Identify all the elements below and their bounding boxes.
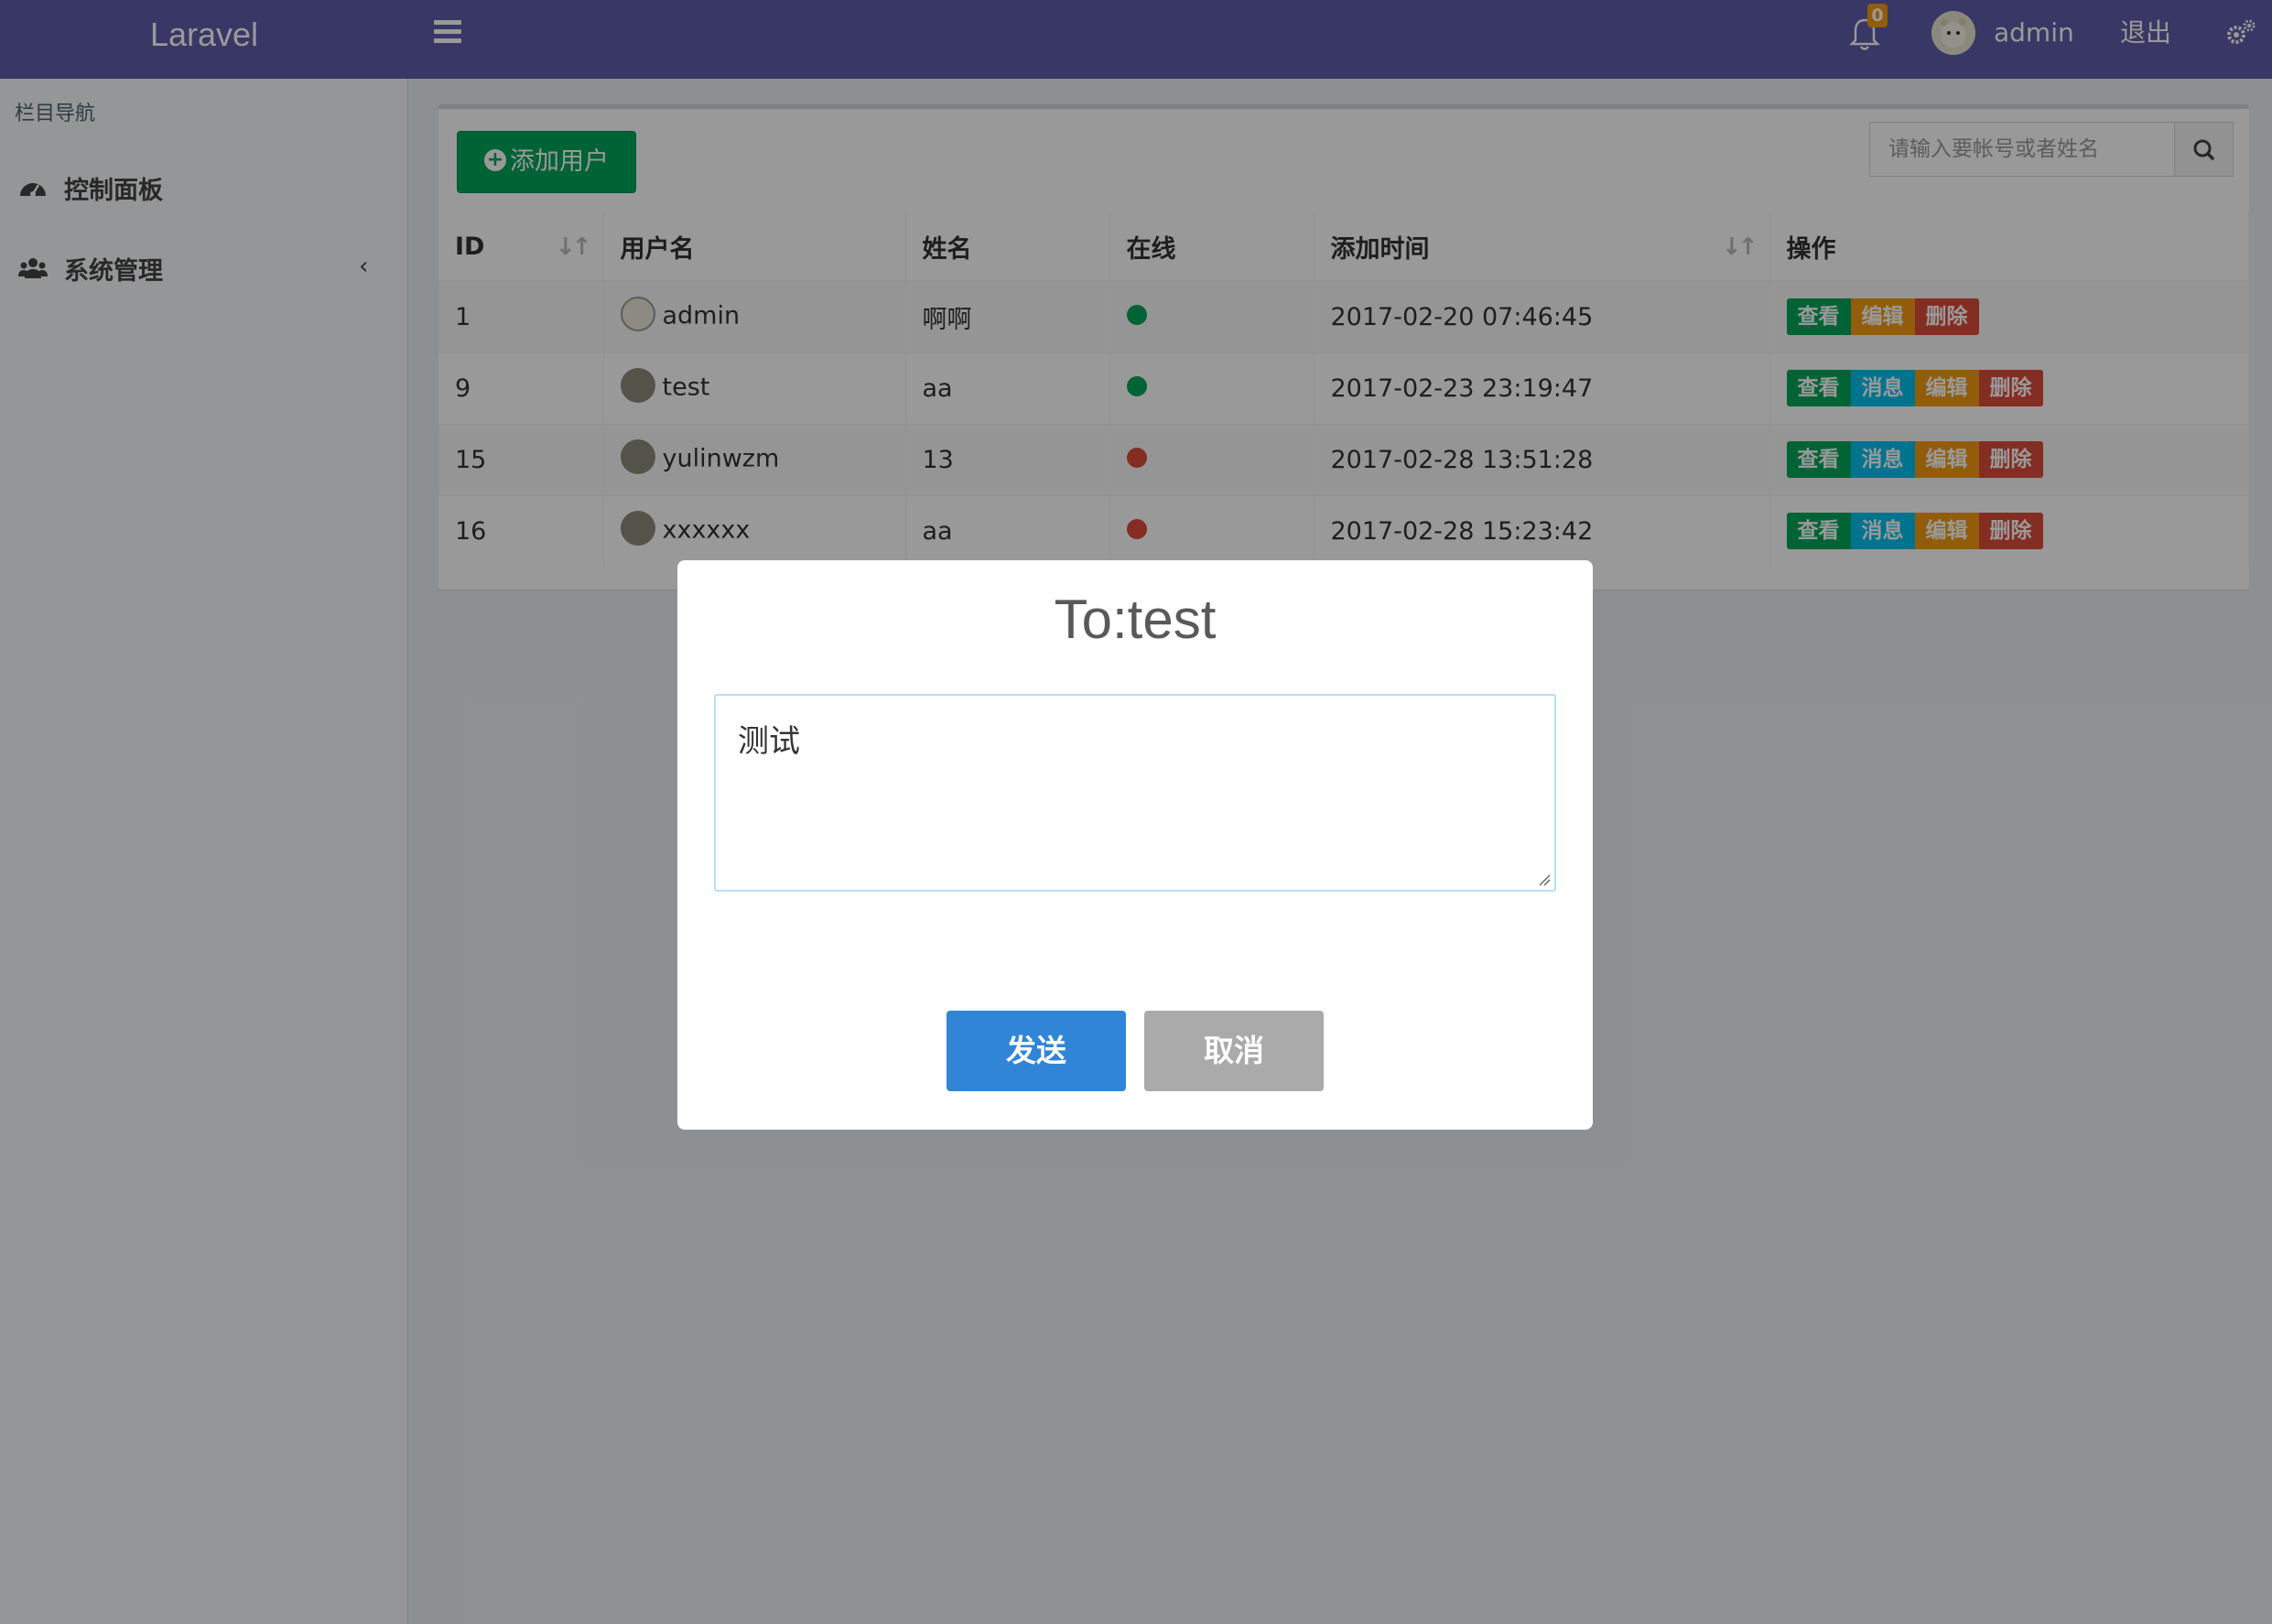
message-textarea[interactable]: 测试 <box>714 694 1556 892</box>
send-message-modal: To:test 测试 发送 取消 <box>677 560 1593 1130</box>
send-button[interactable]: 发送 <box>947 1011 1126 1091</box>
message-text: 测试 <box>738 723 800 760</box>
modal-title: To:test <box>1054 589 1217 650</box>
cancel-button[interactable]: 取消 <box>1144 1011 1324 1091</box>
resize-handle-icon[interactable] <box>1538 873 1551 886</box>
